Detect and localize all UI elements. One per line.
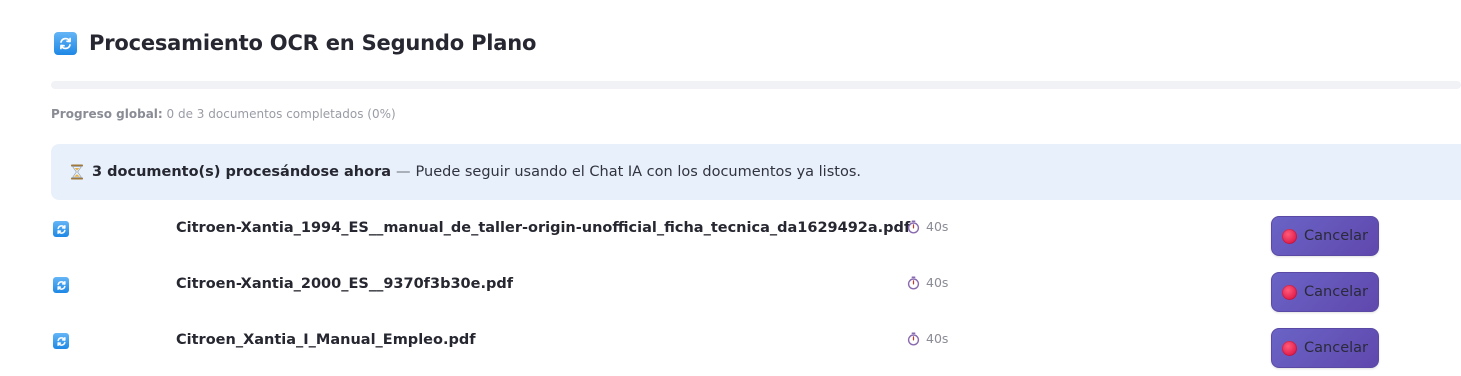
document-row: Citroen_Xantia_I_Manual_Empleo.pdf 40s C… xyxy=(0,328,1461,368)
document-elapsed-value: 40s xyxy=(926,331,949,346)
sync-icon xyxy=(54,31,77,55)
document-row: Citroen-Xantia_1994_ES__manual_de_taller… xyxy=(0,216,1461,256)
cancel-button-label: Cancelar xyxy=(1304,228,1368,244)
page-title: Procesamiento OCR en Segundo Plano xyxy=(89,31,537,55)
document-elapsed-value: 40s xyxy=(926,219,949,234)
global-progress-value: 0 de 3 documentos completados (0%) xyxy=(166,107,396,121)
cancel-button[interactable]: Cancelar xyxy=(1271,216,1379,256)
cancel-button-label: Cancelar xyxy=(1304,340,1368,356)
processing-info-banner: 3 documento(s) procesándose ahora — Pued… xyxy=(51,144,1461,200)
ocr-page: Procesamiento OCR en Segundo Plano Progr… xyxy=(0,0,1461,376)
document-name: Citroen_Xantia_I_Manual_Empleo.pdf xyxy=(176,332,476,348)
document-name: Citroen-Xantia_1994_ES__manual_de_taller… xyxy=(176,220,911,236)
banner-dash: — xyxy=(396,164,411,180)
document-elapsed: 40s xyxy=(907,219,948,234)
document-elapsed-value: 40s xyxy=(926,275,949,290)
cancel-button-label: Cancelar xyxy=(1304,284,1368,300)
page-header: Procesamiento OCR en Segundo Plano xyxy=(54,30,536,56)
stopwatch-icon xyxy=(907,276,920,290)
sync-icon xyxy=(53,277,69,293)
cancel-button[interactable]: Cancelar xyxy=(1271,328,1379,368)
document-elapsed: 40s xyxy=(907,275,948,290)
banner-strong-text: 3 documento(s) procesándose ahora xyxy=(92,164,392,180)
global-progress-label: Progreso global: xyxy=(51,107,163,121)
cancel-button[interactable]: Cancelar xyxy=(1271,272,1379,312)
global-progress-text: Progreso global: 0 de 3 documentos compl… xyxy=(51,107,396,121)
red-circle-icon xyxy=(1282,284,1298,300)
sync-icon xyxy=(53,221,69,237)
stopwatch-icon xyxy=(907,332,920,346)
red-circle-icon xyxy=(1282,228,1298,244)
banner-text: Puede seguir usando el Chat IA con los d… xyxy=(415,164,861,180)
stopwatch-icon xyxy=(907,220,920,234)
document-elapsed: 40s xyxy=(907,331,948,346)
hourglass-icon xyxy=(70,164,84,180)
red-circle-icon xyxy=(1282,340,1298,356)
document-name: Citroen-Xantia_2000_ES__9370f3b30e.pdf xyxy=(176,276,514,292)
sync-icon xyxy=(53,333,69,349)
global-progress-bar xyxy=(51,81,1461,89)
document-row: Citroen-Xantia_2000_ES__9370f3b30e.pdf 4… xyxy=(0,272,1461,312)
